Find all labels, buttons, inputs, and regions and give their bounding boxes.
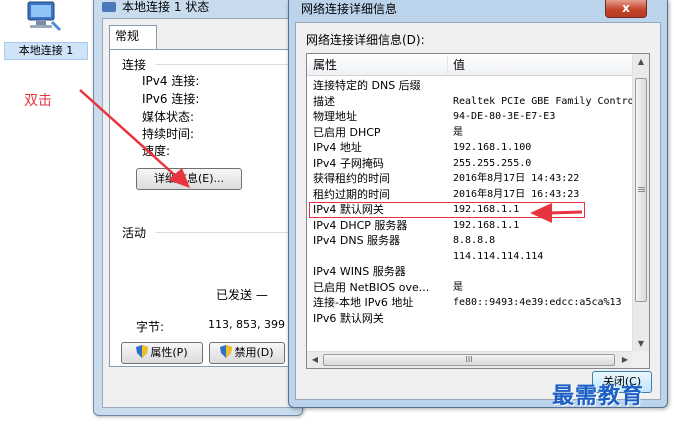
desktop-area: 本地连接 1 双击 [0,0,88,426]
list-item[interactable]: 物理地址 94-DE-80-3E-E7-E3 [307,110,633,124]
media-state-label: 媒体状态: [142,110,195,124]
property-cell: 已启用 NetBIOS ove... [313,280,430,294]
scroll-thumb[interactable] [635,78,647,302]
value-cell: 是 [453,281,463,293]
property-cell: 物理地址 [313,110,357,123]
details-button[interactable]: 详细信息(E)... [136,168,242,190]
scrollbar-corner [632,351,649,368]
column-header-value[interactable]: 值 [447,54,633,76]
details-list[interactable]: 属性 值 连接特定的 DNS 后缀 描述 Realtek PCIe GBE Fami… [306,53,650,369]
ipv6-connection-label: IPv6 连接: [142,92,200,106]
connection-group-title: 连接 [122,58,147,72]
property-cell: IPv4 DHCP 服务器 [313,218,408,232]
properties-button[interactable]: 属性(P) [121,342,203,364]
scroll-right-icon[interactable]: ▶ [617,352,633,368]
highlight-box [309,202,585,218]
value-cell: 8.8.8.8 [453,235,496,246]
sent-label: 已发送 — [216,288,268,302]
list-item[interactable]: IPv4 WINS 服务器 [307,265,633,279]
status-window: 本地连接 1 状态 常规 连接 IPv4 连接: IPv6 连接: 媒体状态: … [93,0,303,416]
value-cell: 255.255.255.0 [453,157,532,169]
list-item[interactable]: IPv4 子网掩码 255.255.255.0 [307,157,633,171]
annotation-double-click: 双击 [24,93,52,109]
status-window-body: 常规 连接 IPv4 连接: IPv6 连接: 媒体状态: 持续时间: 速度: … [102,18,299,408]
list-header: 属性 值 [307,54,633,76]
property-cell: IPv6 默认网关 [313,311,384,325]
property-cell: IPv4 WINS 服务器 [313,265,406,278]
list-item[interactable]: IPv4 DHCP 服务器 192.168.1.1 [307,219,633,233]
details-window: 网络连接详细信息 x 网络连接详细信息(D): 属性 值 连接特定的 DNS 后… [288,0,668,408]
scroll-down-icon[interactable]: ▼ [633,336,649,352]
property-cell: IPv4 子网掩码 [313,156,384,170]
property-cell: 已启用 DHCP [313,125,381,139]
vertical-scrollbar[interactable]: ▲ ▼ [632,54,649,352]
list-item[interactable]: 已启用 DHCP 是 [307,126,633,140]
property-cell: 连接特定的 DNS 后缀 [313,79,421,92]
properties-button-label: 属性(P) [150,346,188,359]
list-item[interactable]: IPv4 地址 192.168.1.100 [307,141,633,155]
scroll-left-icon[interactable]: ◀ [307,352,323,368]
list-item[interactable]: IPv4 DNS 服务器 8.8.8.8 [307,234,633,248]
duration-label: 持续时间: [142,127,195,141]
network-connection-icon[interactable] [22,0,62,36]
status-window-titlebar[interactable]: 本地连接 1 状态 [94,0,302,20]
list-item[interactable]: 获得租约的时间 2016年8月17日 14:43:22 [307,172,633,186]
horizontal-scrollbar[interactable]: ◀ III ▶ [307,351,633,368]
property-cell: IPv4 DNS 服务器 [313,234,401,247]
watermark-logo: 最需教育 [552,383,645,409]
details-list-caption: 网络连接详细信息(D): [306,33,425,47]
network-small-icon [102,2,116,12]
property-cell: 描述 [313,94,335,108]
tab-general[interactable]: 常规 [109,25,157,50]
list-item[interactable]: IPv6 默认网关 [307,312,633,326]
property-cell: 连接-本地 IPv6 地址 [313,296,414,309]
close-icon[interactable]: x [605,0,647,18]
property-cell: 获得租约的时间 [313,172,390,185]
details-window-title: 网络连接详细信息 [301,2,398,16]
list-item[interactable]: 连接特定的 DNS 后缀 [307,79,633,93]
list-item[interactable]: 租约过期的时间 2016年8月17日 16:43:23 [307,188,633,202]
group-divider [156,232,296,233]
details-window-body: 网络连接详细信息(D): 属性 值 连接特定的 DNS 后缀 描述 Realtek … [295,22,661,400]
uac-shield-icon [136,345,149,358]
scroll-up-icon[interactable]: ▲ [633,54,649,70]
ipv4-connection-label: IPv4 连接: [142,74,200,88]
value-cell: 114.114.114.114 [453,250,544,262]
value-cell: 2016年8月17日 14:43:22 [453,173,580,184]
value-cell: 2016年8月17日 16:43:23 [453,188,580,200]
group-divider [156,64,296,65]
disable-button[interactable]: 禁用(D) [209,342,285,364]
property-cell: IPv4 地址 [313,141,362,154]
list-item[interactable]: 连接-本地 IPv6 地址 fe80::9493:4e39:edcc:a5ca%1… [307,296,633,310]
disable-button-label: 禁用(D) [234,346,274,359]
horizontal-scroll-thumb[interactable]: III [323,354,615,366]
value-cell: 94-DE-80-3E-E7-E3 [453,111,556,122]
value-cell: Realtek PCIe GBE Family Contro [453,95,633,107]
grip-icon [638,187,645,188]
property-cell: 租约过期的时间 [313,187,390,201]
activity-group-title: 活动 [122,226,147,240]
value-cell: 192.168.1.1 [453,219,520,231]
value-cell: fe80::9493:4e39:edcc:a5ca%13 [453,297,622,308]
speed-label: 速度: [142,144,171,158]
bytes-label: 字节: [136,320,165,334]
list-rows: 连接特定的 DNS 后缀 描述 Realtek PCIe GBE Family Co… [307,77,633,353]
uac-shield-icon [220,345,233,358]
bytes-sent-value: 113, 853, 399 [208,318,285,331]
list-item[interactable]: 114.114.114.114 [307,250,633,264]
column-header-property[interactable]: 属性 [307,54,447,76]
list-item[interactable]: 描述 Realtek PCIe GBE Family Contro [307,95,633,109]
list-item[interactable]: 已启用 NetBIOS ove... 是 [307,281,633,295]
value-cell: 是 [453,126,463,138]
network-connection-label[interactable]: 本地连接 1 [4,42,88,60]
status-window-title: 本地连接 1 状态 [122,0,210,14]
value-cell: 192.168.1.100 [453,142,532,153]
tab-panel-general: 连接 IPv4 连接: IPv6 连接: 媒体状态: 持续时间: 速度: 详细信… [109,49,299,367]
